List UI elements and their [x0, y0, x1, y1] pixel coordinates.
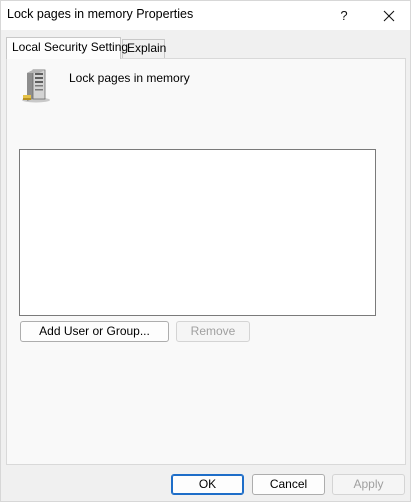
ok-button[interactable]: OK	[171, 474, 244, 495]
help-button[interactable]: ?	[322, 1, 366, 30]
close-button[interactable]	[367, 1, 411, 30]
server-icon	[22, 69, 50, 103]
properties-dialog: Lock pages in memory Properties ? Local …	[0, 0, 411, 502]
add-user-or-group-button[interactable]: Add User or Group...	[20, 321, 169, 342]
title-bar[interactable]: Lock pages in memory Properties ?	[1, 1, 410, 30]
members-list[interactable]	[19, 149, 376, 316]
remove-button[interactable]: Remove	[176, 321, 250, 342]
policy-name: Lock pages in memory	[69, 71, 190, 85]
cancel-button[interactable]: Cancel	[252, 474, 325, 495]
tab-explain[interactable]: Explain	[122, 39, 166, 58]
window-title: Lock pages in memory Properties	[7, 7, 194, 21]
tab-local-security-setting[interactable]: Local Security Setting	[6, 37, 128, 59]
close-icon	[383, 10, 395, 21]
apply-button[interactable]: Apply	[332, 474, 405, 495]
help-icon: ?	[340, 8, 348, 23]
tab-panel: Lock pages in memory Add User or Group..…	[6, 58, 406, 465]
